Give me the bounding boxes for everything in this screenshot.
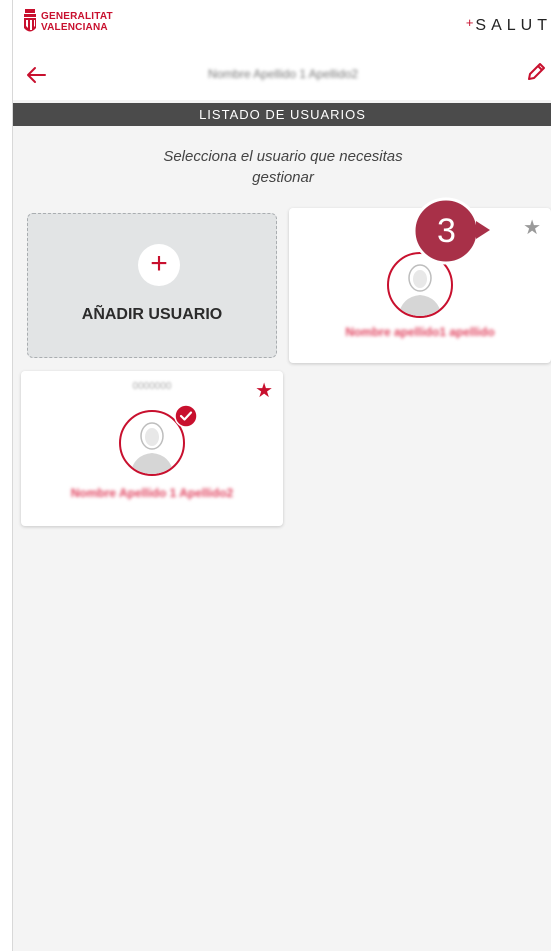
instructions-line2: gestionar bbox=[252, 169, 314, 186]
checkmark-badge-icon bbox=[174, 404, 198, 428]
arrow-left-icon[interactable] bbox=[23, 62, 49, 88]
user-name: Nombre Apellido 1 Apellido2 bbox=[70, 486, 234, 500]
star-outline-icon[interactable]: ★ bbox=[523, 218, 541, 238]
instructions-text: Selecciona el usuario que necesitas gest… bbox=[133, 146, 433, 188]
generalitat-wordmark: GENERALITAT VALENCIANA bbox=[41, 11, 113, 33]
add-user-label: AÑADIR USUARIO bbox=[81, 306, 223, 323]
user-card-selected[interactable]: 0000000 ★ Nombre Apellido 1 Apellido2 bbox=[21, 371, 283, 526]
current-user-name: Nombre Apellido 1 Apellido2 bbox=[207, 67, 359, 81]
salut-wordmark: SALUT bbox=[475, 17, 551, 34]
plus-icon: + bbox=[138, 244, 180, 286]
tutorial-step-badge: 3 bbox=[409, 190, 491, 272]
step-number: 3 bbox=[437, 212, 456, 250]
app-screen: GENERALITAT VALENCIANA +SALUT Nombre Ape… bbox=[12, 0, 551, 951]
navigation-bar: Nombre Apellido 1 Apellido2 bbox=[13, 50, 551, 100]
section-title-bar: LISTADO DE USUARIOS bbox=[13, 103, 551, 126]
instructions-line1: Selecciona el usuario que necesitas bbox=[163, 148, 403, 165]
generalitat-logo: GENERALITAT VALENCIANA bbox=[23, 8, 113, 36]
pencil-icon[interactable] bbox=[524, 60, 548, 84]
star-filled-icon[interactable]: ★ bbox=[255, 381, 273, 401]
add-user-button[interactable]: + AÑADIR USUARIO bbox=[27, 213, 277, 358]
salut-plus: + bbox=[465, 15, 476, 30]
user-name: Nombre apellido1 apellido bbox=[345, 325, 495, 339]
user-id: 0000000 bbox=[132, 381, 172, 392]
org-name-line1: GENERALITAT bbox=[41, 11, 113, 22]
generalitat-shield-icon bbox=[24, 9, 36, 32]
org-name-line2: VALENCIANA bbox=[41, 22, 108, 33]
salut-brand: +SALUT bbox=[465, 15, 551, 35]
top-header: GENERALITAT VALENCIANA +SALUT bbox=[13, 0, 551, 50]
